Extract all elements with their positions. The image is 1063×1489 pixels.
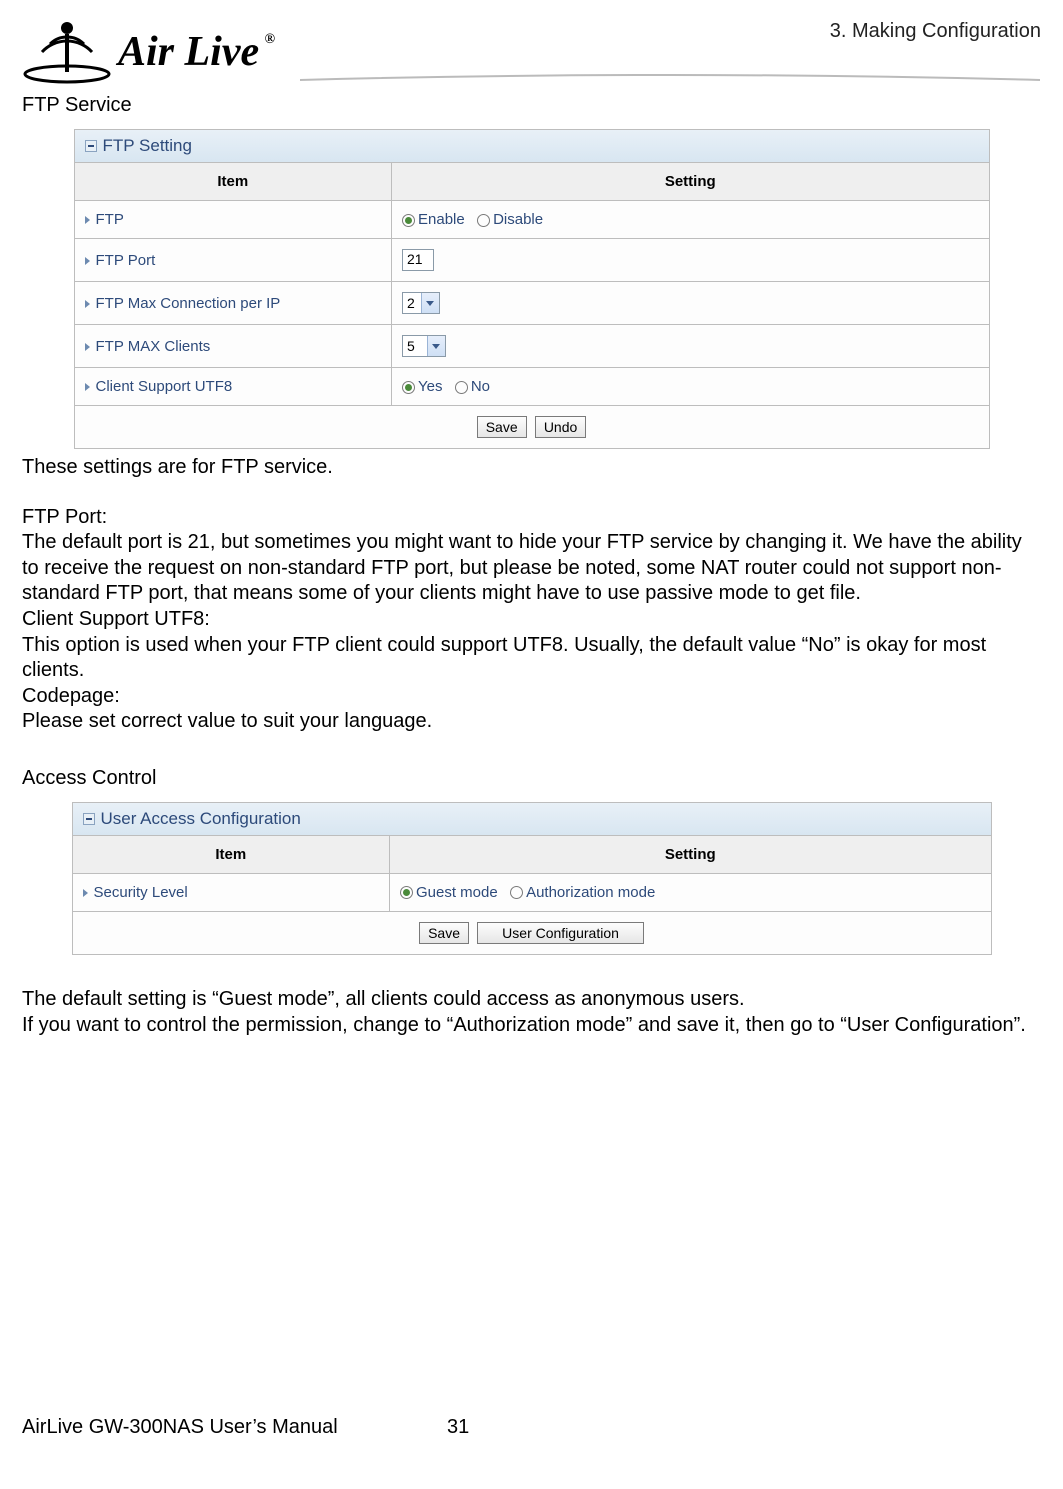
ftp-port-input[interactable]: 21 <box>402 249 434 271</box>
col-header-item: Item <box>73 836 390 874</box>
guest-mode-label: Guest mode <box>416 884 498 901</box>
registered-mark: ® <box>265 32 275 48</box>
chevron-right-icon <box>85 300 90 308</box>
auth-mode-label: Authorization mode <box>526 884 655 901</box>
collapse-icon[interactable] <box>85 140 97 152</box>
access-panel: User Access Configuration Item Setting S… <box>72 802 992 955</box>
utf8-no-radio[interactable] <box>455 381 468 394</box>
text-line: Client Support UTF8: <box>22 607 1041 633</box>
row-label-utf8: Client Support UTF8 <box>96 378 233 395</box>
row-label-ftp-port: FTP Port <box>96 252 156 269</box>
col-header-setting: Setting <box>390 836 991 874</box>
text-line: These settings are for FTP service. <box>22 455 1041 481</box>
brand-logo: Air Live® <box>22 18 259 86</box>
access-panel-title-text: User Access Configuration <box>101 809 301 829</box>
chevron-right-icon <box>85 383 90 391</box>
utf8-no-label: No <box>471 378 490 395</box>
maxconn-select[interactable]: 2 <box>402 292 440 314</box>
guest-mode-radio[interactable] <box>400 886 413 899</box>
ftp-disable-label: Disable <box>493 211 543 228</box>
chevron-down-icon <box>421 293 439 313</box>
chevron-right-icon <box>83 889 88 897</box>
chevron-right-icon <box>85 257 90 265</box>
row-label-maxconn: FTP Max Connection per IP <box>96 295 281 312</box>
col-header-setting: Setting <box>392 163 989 201</box>
text-line: Please set correct value to suit your la… <box>22 709 1041 735</box>
section-title-ftp: FTP Service <box>22 94 1041 117</box>
chevron-right-icon <box>85 343 90 351</box>
ftp-disable-radio[interactable] <box>477 214 490 227</box>
maxclients-select[interactable]: 5 <box>402 335 446 357</box>
text-line: Codepage: <box>22 684 1041 710</box>
utf8-yes-radio[interactable] <box>402 381 415 394</box>
ftp-setting-panel: FTP Setting Item Setting FTP Enable Disa… <box>74 129 990 449</box>
maxclients-value: 5 <box>403 338 427 354</box>
auth-mode-radio[interactable] <box>510 886 523 899</box>
col-header-item: Item <box>75 163 392 201</box>
save-button[interactable]: Save <box>477 416 527 438</box>
chevron-down-icon <box>427 336 445 356</box>
footer-manual-name: AirLive GW-300NAS User’s Manual <box>22 1416 338 1439</box>
ftp-panel-title: FTP Setting <box>75 130 989 163</box>
ftp-panel-title-text: FTP Setting <box>103 136 192 156</box>
logo-icon <box>22 18 112 86</box>
ftp-enable-label: Enable <box>418 211 465 228</box>
collapse-icon[interactable] <box>83 813 95 825</box>
header-divider-icon <box>300 74 1040 82</box>
row-label-security: Security Level <box>94 884 188 901</box>
ftp-body-text: These settings are for FTP service. FTP … <box>22 455 1041 735</box>
save-button[interactable]: Save <box>419 922 469 944</box>
text-line: If you want to control the permission, c… <box>22 1013 1041 1039</box>
page-footer: AirLive GW-300NAS User’s Manual 31 <box>22 1416 1041 1439</box>
section-title-access: Access Control <box>22 767 1041 790</box>
logo-text: Air Live® <box>118 28 259 76</box>
utf8-yes-label: Yes <box>418 378 442 395</box>
text-line: FTP Port: <box>22 505 1041 531</box>
row-label-maxclients: FTP MAX Clients <box>96 338 211 355</box>
user-configuration-button[interactable]: User Configuration <box>477 922 644 944</box>
row-label-ftp: FTP <box>96 211 124 228</box>
undo-button[interactable]: Undo <box>535 416 586 438</box>
ftp-enable-radio[interactable] <box>402 214 415 227</box>
footer-page-number: 31 <box>447 1416 469 1439</box>
text-line: This option is used when your FTP client… <box>22 633 1041 684</box>
chevron-right-icon <box>85 216 90 224</box>
chapter-heading: 3. Making Configuration <box>830 18 1041 43</box>
text-line: The default port is 21, but sometimes yo… <box>22 530 1041 607</box>
access-panel-title: User Access Configuration <box>73 803 991 836</box>
maxconn-value: 2 <box>403 295 421 311</box>
access-body-text: The default setting is “Guest mode”, all… <box>22 987 1041 1038</box>
text-line: The default setting is “Guest mode”, all… <box>22 987 1041 1013</box>
